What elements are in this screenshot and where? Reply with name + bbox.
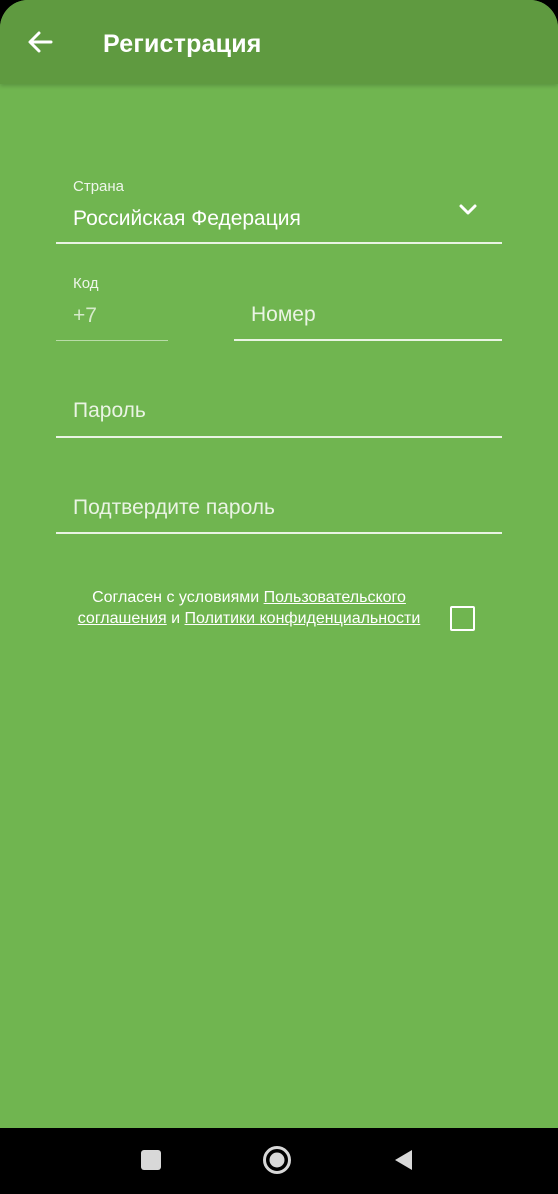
chevron-down-icon: [459, 204, 477, 215]
registration-screen: Регистрация Страна Российская Федерация …: [0, 0, 558, 1194]
agreement-prefix: Согласен с условиями: [92, 589, 264, 606]
phone-code-value: +7: [73, 304, 97, 327]
triangle-back-icon: [395, 1150, 412, 1170]
arrow-left-icon: [28, 31, 53, 53]
password-placeholder: Пароль: [73, 399, 146, 422]
country-value: Российская Федерация: [73, 207, 301, 230]
phone-number-placeholder: Номер: [251, 303, 316, 326]
phone-code-underline: [56, 340, 168, 341]
country-underline: [56, 242, 502, 244]
home-button[interactable]: [257, 1140, 297, 1180]
square-icon: [141, 1150, 161, 1170]
circle-icon: [263, 1146, 291, 1174]
system-nav-bar: [0, 1128, 558, 1194]
password-underline: [56, 436, 502, 438]
recents-button[interactable]: [131, 1140, 171, 1180]
phone-number-underline: [234, 339, 502, 341]
agreement-checkbox[interactable]: [450, 606, 475, 631]
back-button[interactable]: [20, 22, 60, 62]
confirm-password-placeholder: Подтвердите пароль: [73, 496, 276, 519]
agreement-and: и: [166, 609, 185, 627]
privacy-policy-link[interactable]: Политики конфиденциальности: [185, 610, 421, 627]
agreement-text: Согласен с условиями Пользовательского с…: [60, 588, 438, 629]
country-dropdown-toggle[interactable]: [455, 199, 481, 221]
country-label: Страна: [73, 178, 125, 195]
phone-code-label: Код: [73, 275, 99, 292]
app-bar: Регистрация: [0, 0, 558, 84]
page-title: Регистрация: [103, 30, 262, 58]
confirm-password-underline: [56, 532, 502, 534]
system-back-button[interactable]: [383, 1140, 423, 1180]
